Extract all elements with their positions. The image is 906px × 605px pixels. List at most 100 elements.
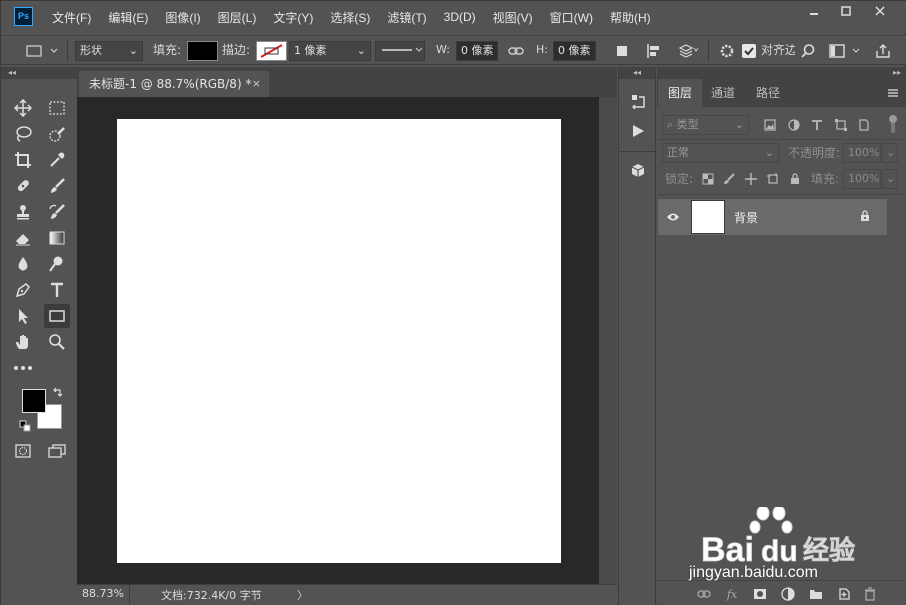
foreground-color-swatch[interactable] bbox=[22, 389, 46, 413]
clone-stamp-tool[interactable] bbox=[10, 200, 36, 224]
expand-panels-icon[interactable]: ▸▸ bbox=[657, 67, 906, 79]
fx-effects-icon[interactable]: fx bbox=[723, 585, 741, 603]
layer-row[interactable]: 背景 bbox=[658, 199, 887, 235]
path-selection-tool[interactable] bbox=[10, 304, 36, 328]
menu-image[interactable]: 图像(I) bbox=[156, 9, 208, 26]
layer-name[interactable]: 背景 bbox=[734, 209, 758, 226]
maximize-button[interactable] bbox=[830, 2, 862, 19]
status-menu-arrow-icon[interactable]: 〉 bbox=[297, 587, 308, 603]
shape-mode-select[interactable]: 形状 ⌄ bbox=[75, 41, 143, 61]
settings-button[interactable] bbox=[717, 41, 737, 61]
panel-menu-button[interactable] bbox=[883, 83, 903, 103]
pen-tool[interactable] bbox=[10, 278, 36, 302]
opacity-input[interactable]: 100% bbox=[843, 143, 881, 163]
menu-select[interactable]: 选择(S) bbox=[321, 9, 378, 26]
height-input[interactable]: 0 像素 bbox=[553, 41, 596, 61]
tab-channels[interactable]: 通道 bbox=[701, 79, 745, 107]
menu-view[interactable]: 视图(V) bbox=[484, 9, 541, 26]
filter-toggle-switch[interactable] bbox=[886, 115, 900, 135]
opacity-dropdown[interactable]: ⌄ bbox=[882, 143, 898, 163]
filter-shape-layers[interactable] bbox=[832, 115, 850, 135]
add-mask-icon[interactable] bbox=[751, 585, 769, 603]
rectangle-tool[interactable] bbox=[44, 304, 70, 328]
eye-visibility-icon[interactable] bbox=[664, 208, 682, 226]
search-button[interactable] bbox=[798, 41, 818, 61]
menu-3d[interactable]: 3D(D) bbox=[435, 10, 484, 24]
eraser-tool[interactable] bbox=[10, 226, 36, 250]
lock-transparent-pixels[interactable] bbox=[700, 171, 716, 187]
move-tool[interactable] bbox=[10, 96, 36, 120]
swap-colors-button[interactable] bbox=[51, 385, 65, 399]
menu-edit[interactable]: 编辑(E) bbox=[99, 9, 156, 26]
fill-swatch[interactable] bbox=[187, 41, 218, 61]
blend-mode-select[interactable]: 正常 ⌄ bbox=[662, 143, 779, 163]
stroke-width-field[interactable]: 1 像素 ⌄ bbox=[289, 41, 371, 61]
stroke-type-select[interactable] bbox=[375, 41, 425, 61]
quick-selection-tool[interactable] bbox=[44, 122, 70, 146]
new-group-folder-icon[interactable] bbox=[807, 585, 825, 603]
workspace-switcher[interactable] bbox=[827, 41, 863, 61]
blur-tool[interactable] bbox=[10, 252, 36, 276]
menu-help[interactable]: 帮助(H) bbox=[601, 9, 659, 26]
filter-pixel-layers[interactable] bbox=[761, 115, 779, 135]
crop-tool[interactable] bbox=[10, 148, 36, 172]
actions-panel-button[interactable] bbox=[627, 120, 649, 142]
history-brush-tool[interactable] bbox=[44, 200, 70, 224]
lock-position[interactable] bbox=[743, 171, 759, 187]
default-colors-button[interactable] bbox=[18, 419, 32, 433]
fill-input[interactable]: 100% bbox=[843, 169, 881, 189]
type-tool[interactable] bbox=[44, 278, 70, 302]
trash-delete-icon[interactable] bbox=[861, 585, 879, 603]
collapse-dock-icon[interactable]: ◂◂ bbox=[619, 67, 655, 79]
quick-mask-button[interactable] bbox=[10, 439, 36, 463]
tab-paths[interactable]: 路径 bbox=[746, 79, 790, 107]
gradient-tool[interactable] bbox=[44, 226, 70, 250]
canvas-workspace[interactable] bbox=[77, 97, 599, 584]
fill-dropdown[interactable]: ⌄ bbox=[882, 169, 898, 189]
minimize-button[interactable] bbox=[798, 2, 830, 19]
collapse-toolbar-icon[interactable]: ◂◂ bbox=[1, 67, 77, 79]
path-arrangement-button[interactable] bbox=[677, 41, 699, 61]
lock-artboard[interactable] bbox=[765, 171, 781, 187]
adjustment-layer-icon[interactable] bbox=[779, 585, 797, 603]
stroke-swatch[interactable] bbox=[256, 41, 287, 61]
filter-adjustment-layers[interactable] bbox=[785, 115, 803, 135]
screen-mode-button[interactable] bbox=[44, 439, 70, 463]
path-operations-button[interactable] bbox=[612, 41, 632, 61]
tab-layers[interactable]: 图层 bbox=[658, 79, 703, 107]
close-tab-icon[interactable]: × bbox=[252, 71, 261, 97]
zoom-level-field[interactable]: 88.73% bbox=[82, 587, 124, 600]
3d-panel-button[interactable] bbox=[627, 160, 649, 182]
menu-file[interactable]: 文件(F) bbox=[43, 9, 99, 26]
lock-all[interactable] bbox=[787, 171, 803, 187]
share-button[interactable] bbox=[873, 41, 893, 61]
document-canvas[interactable] bbox=[117, 119, 561, 563]
zoom-tool[interactable] bbox=[44, 330, 70, 354]
path-alignment-button[interactable] bbox=[644, 41, 664, 61]
brush-tool[interactable] bbox=[44, 174, 70, 198]
menu-filter[interactable]: 滤镜(T) bbox=[378, 9, 434, 26]
history-panel-button[interactable] bbox=[627, 91, 649, 113]
hand-tool[interactable] bbox=[10, 330, 36, 354]
align-edges-checkbox[interactable] bbox=[742, 44, 756, 58]
document-tab[interactable]: 未标题-1 @ 88.7%(RGB/8) * × bbox=[79, 71, 269, 97]
filter-smart-objects[interactable] bbox=[855, 115, 873, 135]
menu-window[interactable]: 窗口(W) bbox=[541, 9, 601, 26]
close-button[interactable] bbox=[862, 2, 898, 19]
edit-toolbar-button[interactable] bbox=[10, 356, 36, 380]
link-dimensions-button[interactable] bbox=[506, 41, 526, 61]
tool-preset-picker[interactable] bbox=[23, 41, 63, 61]
eyedropper-tool[interactable] bbox=[44, 148, 70, 172]
lasso-tool[interactable] bbox=[10, 122, 36, 146]
marquee-tool[interactable] bbox=[44, 96, 70, 120]
healing-brush-tool[interactable] bbox=[10, 174, 36, 198]
menu-type[interactable]: 文字(Y) bbox=[264, 9, 321, 26]
layer-filter-select[interactable]: ⌕ 类型 ⌄ bbox=[662, 115, 749, 135]
lock-image-pixels[interactable] bbox=[721, 171, 737, 187]
vertical-scrollbar[interactable] bbox=[599, 97, 617, 584]
link-layers-icon[interactable] bbox=[695, 585, 713, 603]
dodge-tool[interactable] bbox=[44, 252, 70, 276]
new-layer-icon[interactable] bbox=[835, 585, 853, 603]
width-input[interactable]: 0 像素 bbox=[456, 41, 498, 61]
filter-type-layers[interactable] bbox=[808, 115, 826, 135]
